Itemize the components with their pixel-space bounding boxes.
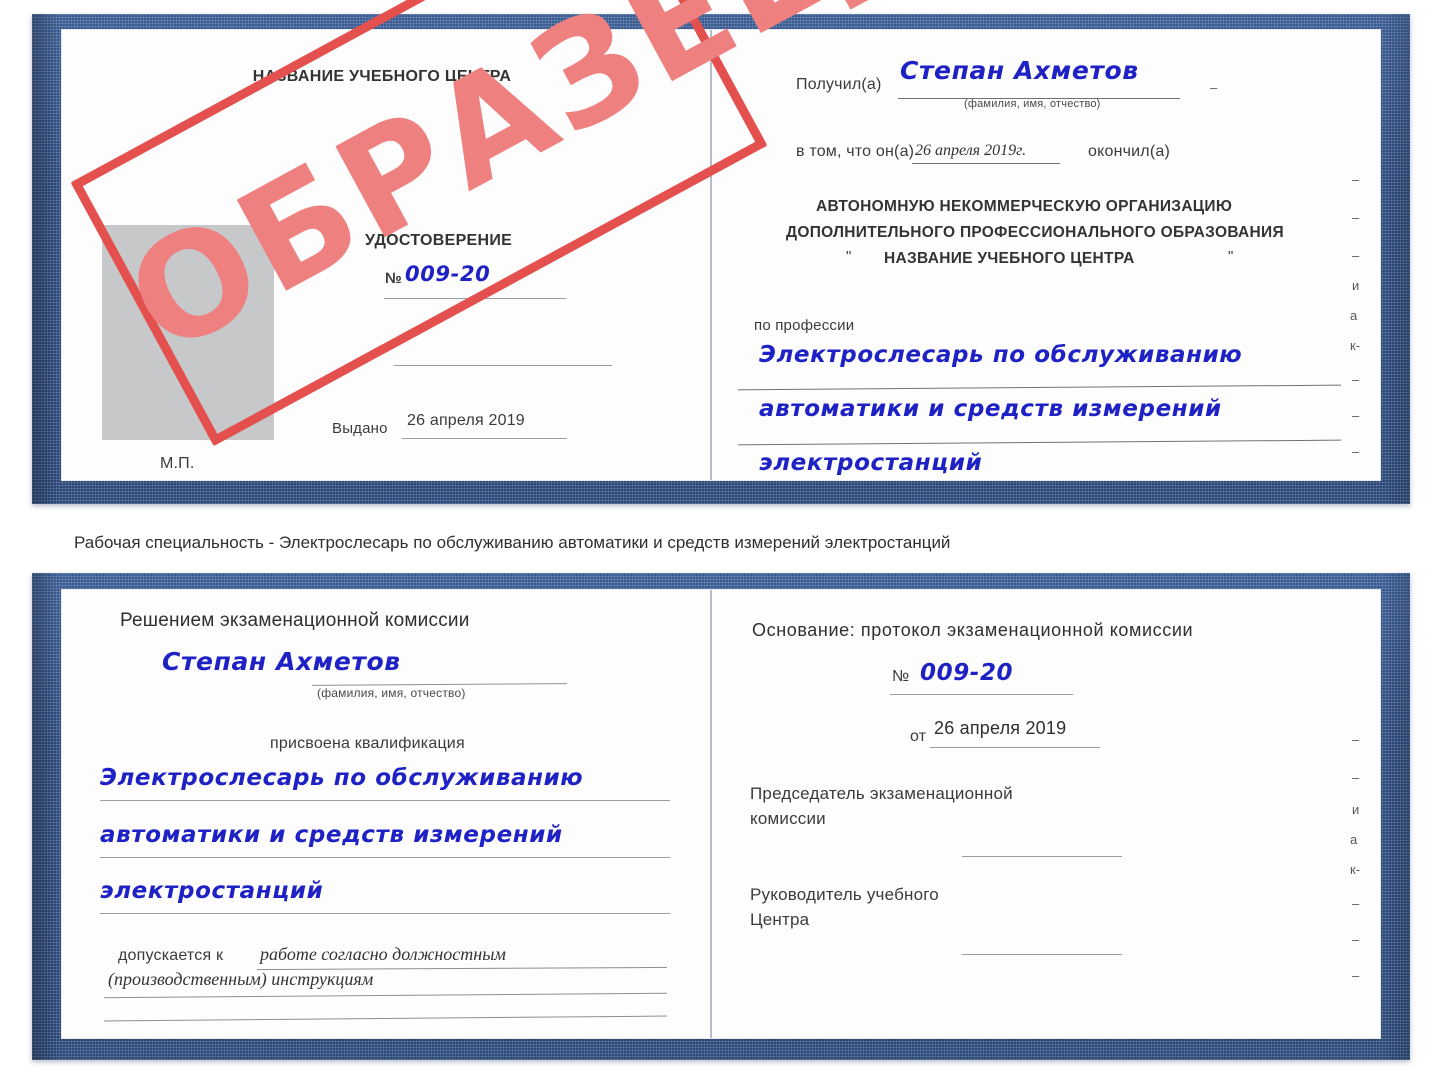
top-left-page: НАЗВАНИЕ УЧЕБНОГО ЦЕНТРА УДОСТОВЕРЕНИЕ №…: [62, 30, 710, 480]
top-left-number-rule: [384, 298, 566, 299]
bottom-right-number-value: 009-20: [920, 660, 1014, 686]
certificate-bottom-pages: Решением экзаменационной комиссии Степан…: [62, 590, 1380, 1038]
top-right-inthat-value: 26 апреля 2019г.: [915, 142, 1027, 159]
bottom-right-basis-label: Основание: протокол экзаменационной коми…: [752, 620, 1194, 640]
bottom-right-head-line-2: Центра: [750, 910, 810, 929]
top-right-inthat-rule: [912, 163, 1060, 164]
bottom-right-margin-frag-2: и: [1352, 802, 1360, 817]
bottom-right-head-line-1: Руководитель учебного: [750, 885, 939, 904]
page-caption: Рабочая специальность - Электрослесарь п…: [74, 533, 951, 552]
top-left-center-title: НАЗВАНИЕ УЧЕБНОГО ЦЕНТРА: [252, 68, 512, 85]
bottom-left-name-value: Степан Ахметов: [162, 647, 401, 676]
top-right-received-value: Степан Ахметов: [900, 56, 1139, 85]
bottom-right-head-signature-rule: [962, 954, 1122, 955]
bottom-right-margin-frag-4: к-: [1350, 862, 1361, 877]
bottom-left-qualification-label: присвоена квалификация: [270, 735, 465, 752]
top-right-margin-frag-9: –: [1352, 444, 1360, 459]
top-right-profession-label: по профессии: [754, 317, 855, 334]
bottom-left-qual-rule-2: [100, 913, 670, 914]
bottom-left-qual-rule-1: [100, 857, 670, 858]
top-left-doc-type: УДОСТОВЕРЕНИЕ: [365, 232, 513, 249]
screenshot-canvas: НАЗВАНИЕ УЧЕБНОГО ЦЕНТРА УДОСТОВЕРЕНИЕ №…: [0, 0, 1448, 1085]
bottom-right-margin-frag-6: –: [1352, 932, 1360, 947]
top-right-margin-frag-1: –: [1352, 172, 1360, 187]
bottom-right-margin-frag-1: –: [1352, 770, 1360, 785]
top-right-profession-line-2: электростанций: [759, 450, 983, 476]
top-right-page: Получил(а) Степан Ахметов (фамилия, имя,…: [712, 30, 1380, 480]
bottom-left-allowed-rule-1: [104, 992, 667, 999]
top-left-issued-label: Выдано: [332, 420, 388, 437]
bottom-right-date-label: от: [910, 728, 927, 745]
top-left-issued-rule: [402, 438, 567, 439]
bottom-right-chairman-line-2: комиссии: [750, 809, 826, 828]
bottom-left-allowed-label: допускается к: [118, 947, 224, 964]
bottom-right-margin-frag-3: а: [1350, 832, 1358, 847]
top-right-org-name: НАЗВАНИЕ УЧЕБНОГО ЦЕНТРА: [884, 250, 1135, 267]
top-right-margin-frag-0: –: [1210, 80, 1218, 95]
top-right-margin-frag-8: –: [1352, 408, 1360, 423]
bottom-right-number-label: №: [892, 668, 910, 685]
bottom-left-page: Решением экзаменационной комиссии Степан…: [62, 590, 710, 1038]
top-right-profession-line-0: Электрослесарь по обслуживанию: [759, 342, 1243, 368]
bottom-left-allowed-rule-2: [104, 1015, 667, 1022]
top-right-margin-frag-2: –: [1352, 210, 1360, 225]
bottom-left-allowed-value-2: (производственным) инструкциям: [108, 969, 374, 989]
top-right-received-label: Получил(а): [796, 76, 882, 93]
top-left-seal-label: М.П.: [160, 455, 195, 472]
bottom-right-number-rule: [890, 694, 1073, 695]
top-right-margin-frag-7: –: [1352, 372, 1360, 387]
bottom-right-date-rule: [930, 747, 1100, 748]
bottom-left-name-hint: (фамилия, имя, отчество): [317, 686, 466, 700]
top-right-inthat-label: в том, что он(а): [796, 143, 915, 160]
top-right-margin-frag-5: а: [1350, 308, 1358, 323]
photo-placeholder: [102, 225, 274, 440]
top-right-profession-line-1: автоматики и средств измерений: [759, 396, 1222, 422]
bottom-left-qualification-line-0: Электрослесарь по обслуживанию: [100, 765, 584, 791]
bottom-right-margin-frag-0: –: [1352, 732, 1360, 747]
bottom-left-qualification-line-1: автоматики и средств измерений: [100, 822, 563, 848]
bottom-right-page: Основание: протокол экзаменационной коми…: [712, 590, 1380, 1038]
bottom-left-decision-title: Решением экзаменационной комиссии: [120, 610, 470, 631]
top-right-received-hint: (фамилия, имя, отчество): [964, 98, 1101, 110]
bottom-right-margin-frag-5: –: [1352, 896, 1360, 911]
bottom-left-qual-rule-0: [100, 800, 670, 801]
top-left-issued-value: 26 апреля 2019: [407, 412, 525, 429]
bottom-left-qualification-line-2: электростанций: [100, 878, 324, 904]
top-right-margin-frag-6: к-: [1350, 338, 1361, 353]
bottom-right-date-value: 26 апреля 2019: [934, 718, 1067, 738]
bottom-right-chairman-signature-rule: [962, 856, 1122, 857]
top-right-profession-rule-0: [738, 384, 1341, 391]
bottom-right-chairman-line-1: Председатель экзаменационной: [750, 784, 1013, 803]
top-right-finished-label: окончил(а): [1088, 143, 1170, 160]
bottom-right-margin-frag-7: –: [1352, 968, 1360, 983]
top-left-blank-rule: [394, 365, 612, 366]
certificate-top-pages: НАЗВАНИЕ УЧЕБНОГО ЦЕНТРА УДОСТОВЕРЕНИЕ №…: [62, 30, 1380, 480]
top-right-org-line-1: ДОПОЛНИТЕЛЬНОГО ПРОФЕССИОНАЛЬНОГО ОБРАЗО…: [786, 224, 1284, 241]
top-right-margin-frag-3: –: [1352, 248, 1360, 263]
top-right-margin-frag-4: и: [1352, 278, 1360, 293]
top-right-org-quote-open: ": [846, 248, 852, 265]
top-right-org-quote-close: ": [1228, 248, 1234, 265]
top-left-number-value: 009-20: [405, 262, 491, 286]
top-right-org-line-0: АВТОНОМНУЮ НЕКОММЕРЧЕСКУЮ ОРГАНИЗАЦИЮ: [816, 198, 1233, 215]
bottom-left-allowed-value-1: работе согласно должностным: [260, 944, 506, 964]
top-right-profession-rule-1: [738, 439, 1341, 446]
top-left-number-label: №: [385, 270, 402, 287]
